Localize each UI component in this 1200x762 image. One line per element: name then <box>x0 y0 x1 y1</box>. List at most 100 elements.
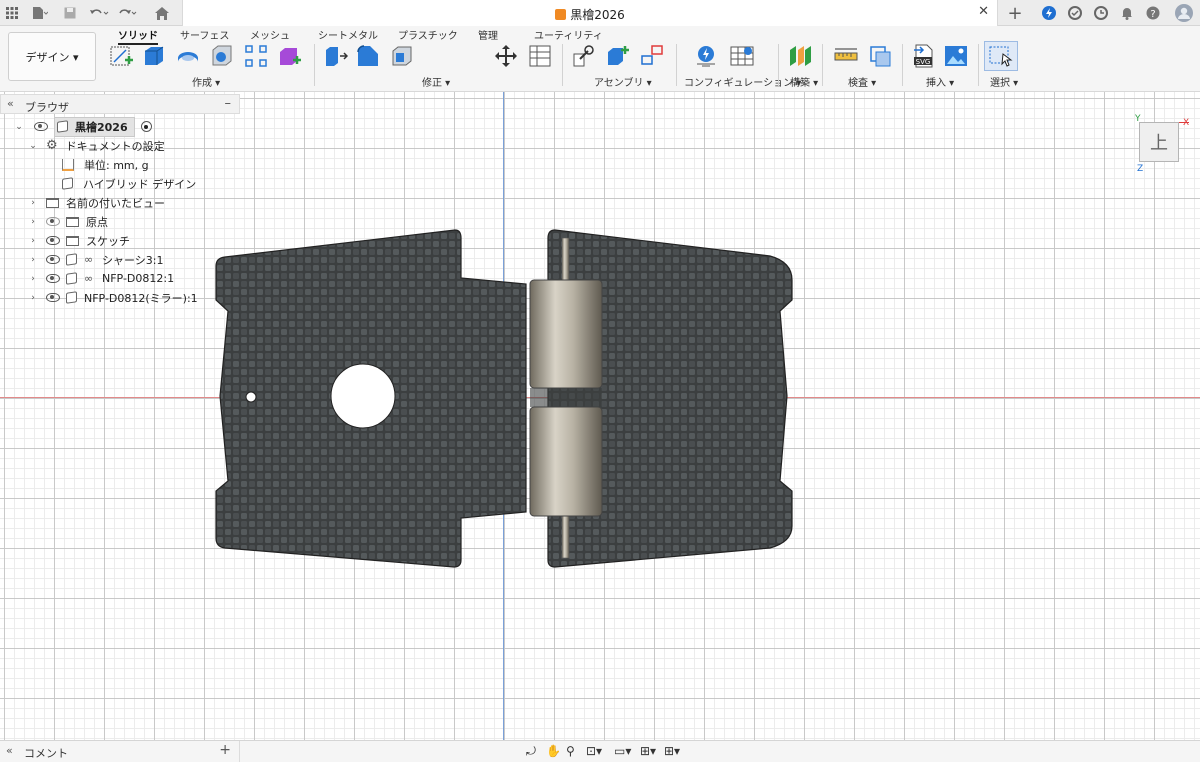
title-bar: 黒檜2026 ✕ + ? <box>0 0 1200 26</box>
display-settings-icon[interactable]: ▭▾ <box>614 744 631 758</box>
joint-icon[interactable] <box>572 44 596 68</box>
group-assemble[interactable]: アセンブリ ▾ <box>594 74 652 89</box>
group-modify[interactable]: 修正 ▾ <box>422 74 450 89</box>
eye-icon[interactable] <box>46 293 60 302</box>
document-icon <box>57 120 68 133</box>
bell-icon[interactable] <box>1118 3 1136 23</box>
tab-plastic[interactable]: プラスチック <box>398 27 458 42</box>
offset-plane-icon[interactable] <box>788 44 812 68</box>
chevron-down-icon[interactable]: ⌄ <box>14 122 24 132</box>
insert-svg-icon[interactable]: SVG <box>912 44 936 68</box>
eye-icon[interactable] <box>46 255 60 264</box>
group-inspect[interactable]: 検査 ▾ <box>848 74 876 89</box>
file-icon[interactable] <box>30 3 50 23</box>
undo-icon[interactable] <box>88 3 110 23</box>
group-select[interactable]: 選択 ▾ <box>990 74 1018 89</box>
tree-item-document-settings[interactable]: ⌄ ⚙ ドキュメントの設定 <box>28 136 164 155</box>
ribbon-separator <box>822 44 823 86</box>
configure-icon[interactable] <box>694 44 718 68</box>
tab-sheet-metal[interactable]: シートメタル <box>318 27 378 42</box>
pan-icon[interactable]: ✋ <box>546 744 561 758</box>
grid-settings-icon[interactable]: ⊞▾ <box>640 744 656 758</box>
zoom-window-icon[interactable]: ⊡▾ <box>586 744 602 758</box>
document-tab[interactable]: 黒檜2026 ✕ <box>182 0 998 26</box>
extrude-icon[interactable] <box>142 44 166 68</box>
chevron-right-icon[interactable]: › <box>28 236 38 246</box>
eye-icon[interactable] <box>46 236 60 245</box>
view-cube[interactable]: Y X Z 上 <box>1133 114 1193 174</box>
canvas-image-icon[interactable] <box>944 44 968 68</box>
online-icon[interactable] <box>1040 3 1058 23</box>
group-create[interactable]: 作成 ▾ <box>192 74 220 89</box>
orbit-icon[interactable]: ⤾ <box>526 744 536 759</box>
redo-icon[interactable] <box>116 3 138 23</box>
create-sketch-icon[interactable] <box>110 44 134 68</box>
hinge-pin-bottom <box>561 515 570 559</box>
help-icon[interactable]: ? <box>1144 3 1162 23</box>
tree-item-design-type[interactable]: ハイブリッド デザイン <box>62 174 196 193</box>
tree-item-sketches[interactable]: › スケッチ <box>28 231 130 250</box>
move-copy-icon[interactable] <box>494 44 518 68</box>
tree-item-chassis[interactable]: › ∞ シャーシ3:1 <box>28 250 163 269</box>
chevron-right-icon[interactable]: › <box>28 217 38 227</box>
fillet-icon[interactable] <box>356 44 380 68</box>
add-comment-button[interactable]: + <box>219 742 231 758</box>
viewports-icon[interactable]: ⊞▾ <box>664 744 680 758</box>
tab-utilities[interactable]: ユーティリティ <box>534 27 603 42</box>
chevron-right-icon[interactable]: › <box>28 293 38 303</box>
bottom-bar: « コメント + ⤾ ✋ ⚲ ⊡▾ ▭▾ ⊞▾ ⊞▾ <box>0 740 1200 762</box>
tab-manage[interactable]: 管理 <box>478 27 498 42</box>
tree-item-hinge-mirror[interactable]: › NFP-D0812(ミラー):1 <box>28 288 198 307</box>
job-status-icon[interactable] <box>1066 3 1084 23</box>
chevron-right-icon[interactable]: › <box>28 255 38 265</box>
chevron-down-icon[interactable]: ⌄ <box>28 141 38 151</box>
eye-icon[interactable] <box>34 122 48 131</box>
user-icon[interactable] <box>1174 3 1194 23</box>
minimize-icon[interactable]: – <box>225 96 232 111</box>
tab-mesh[interactable]: メッシュ <box>250 27 290 42</box>
clock-icon[interactable] <box>1092 3 1110 23</box>
tab-solid[interactable]: ソリッド <box>118 27 158 45</box>
plus-icon[interactable]: + <box>1006 3 1024 24</box>
expand-panel-icon[interactable]: « <box>6 744 13 757</box>
collapse-panel-icon[interactable]: « <box>7 97 14 110</box>
group-construct[interactable]: 構築 ▾ <box>790 74 818 89</box>
physical-material-icon[interactable] <box>528 44 552 68</box>
tree-item-hinge[interactable]: › ∞ NFP-D0812:1 <box>28 269 174 288</box>
hinge-pin-top <box>561 237 570 281</box>
home-icon[interactable] <box>152 3 172 23</box>
tree-item-named-views[interactable]: › 名前の付いたビュー <box>28 193 165 212</box>
create-form-icon[interactable] <box>278 44 302 68</box>
section-analysis-icon[interactable] <box>868 44 892 68</box>
tab-surface[interactable]: サーフェス <box>180 27 229 42</box>
viewcube-top-face[interactable]: 上 <box>1139 122 1179 162</box>
eye-hidden-icon[interactable] <box>46 217 60 226</box>
as-built-joint-icon[interactable] <box>640 44 664 68</box>
new-component-icon[interactable] <box>606 44 630 68</box>
shell-icon[interactable] <box>390 44 414 68</box>
workspace-switcher[interactable]: デザイン ▾ <box>8 32 96 81</box>
configuration-table-icon[interactable] <box>730 44 754 68</box>
select-window-icon[interactable] <box>989 44 1013 68</box>
ribbon-separator <box>778 44 779 86</box>
tree-item-root[interactable]: ⌄ 黒檜2026 <box>14 116 152 137</box>
hole-icon[interactable] <box>210 44 234 68</box>
tree-item-units[interactable]: 単位: mm, g <box>62 155 149 174</box>
close-icon[interactable]: ✕ <box>978 4 989 19</box>
pattern-icon[interactable] <box>244 44 268 68</box>
chevron-right-icon[interactable]: › <box>28 274 38 284</box>
tree-item-origin[interactable]: › 原点 <box>28 212 108 231</box>
activate-radio-icon[interactable] <box>140 121 152 132</box>
grid-icon[interactable] <box>4 3 20 23</box>
save-icon[interactable] <box>62 3 78 23</box>
measure-icon[interactable] <box>834 44 858 68</box>
group-insert[interactable]: 挿入 ▾ <box>926 74 954 89</box>
revolve-icon[interactable] <box>176 44 200 68</box>
tree-label: シャーシ3:1 <box>102 253 164 267</box>
group-configure[interactable]: コンフィギュレーション ▾ <box>684 74 801 89</box>
eye-icon[interactable] <box>46 274 60 283</box>
press-pull-icon[interactable] <box>324 44 348 68</box>
zoom-icon[interactable]: ⚲ <box>566 744 575 758</box>
hybrid-design-icon <box>62 177 73 190</box>
chevron-right-icon[interactable]: › <box>28 198 38 208</box>
